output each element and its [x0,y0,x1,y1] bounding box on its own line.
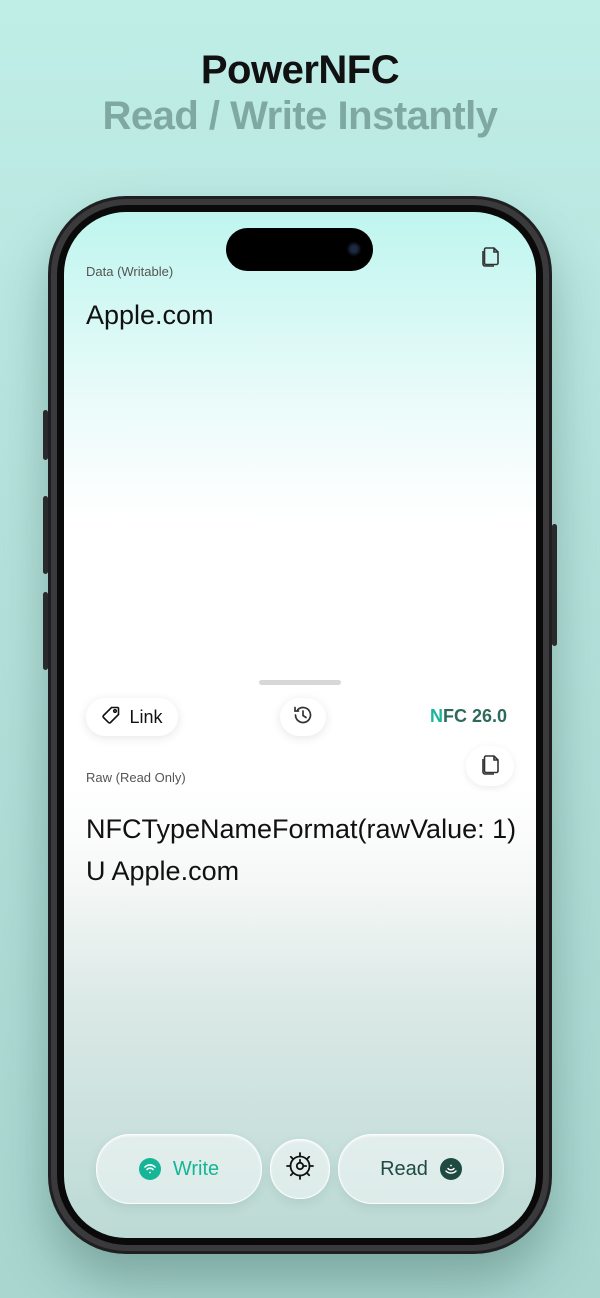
promo-subtitle: Read / Write Instantly [102,94,498,138]
read-button[interactable]: Read [338,1134,504,1204]
version-accent: N [430,706,443,726]
tag-icon [101,705,121,730]
data-value-field[interactable]: Apple.com [86,300,214,331]
app-screen: Data (Writable) Apple.com Link NFC 26.0 … [64,212,536,1238]
copy-icon [479,752,501,781]
copy-icon [479,244,501,273]
version-text: FC 26.0 [443,706,508,726]
resize-handle[interactable] [259,680,341,685]
gear-icon [284,1150,316,1188]
record-type-label: Link [129,706,163,727]
history-button[interactable] [280,698,326,736]
raw-section-label: Raw (Read Only) [86,770,186,785]
data-section-label: Data (Writable) [86,264,174,279]
raw-value-text: NFCTypeNameFormat(rawValue: 1) U Apple.c… [86,814,517,886]
copy-raw-button[interactable] [466,746,514,786]
dynamic-island [226,228,373,271]
copy-data-button[interactable] [466,238,514,278]
phone-volume-up [43,496,48,574]
write-nfc-icon [138,1158,161,1180]
read-label: Read [380,1157,428,1180]
record-type-chip[interactable]: Link [86,698,178,736]
phone-action-button [43,410,48,460]
phone-power-button [552,524,557,646]
phone-volume-down [43,592,48,670]
version-badge: NFC 26.0 [430,706,507,727]
history-icon [292,704,314,731]
write-button[interactable]: Write [96,1134,262,1204]
promo-title: PowerNFC [200,48,400,92]
read-nfc-icon [439,1158,462,1180]
write-label: Write [172,1157,220,1180]
settings-button[interactable] [270,1139,330,1199]
